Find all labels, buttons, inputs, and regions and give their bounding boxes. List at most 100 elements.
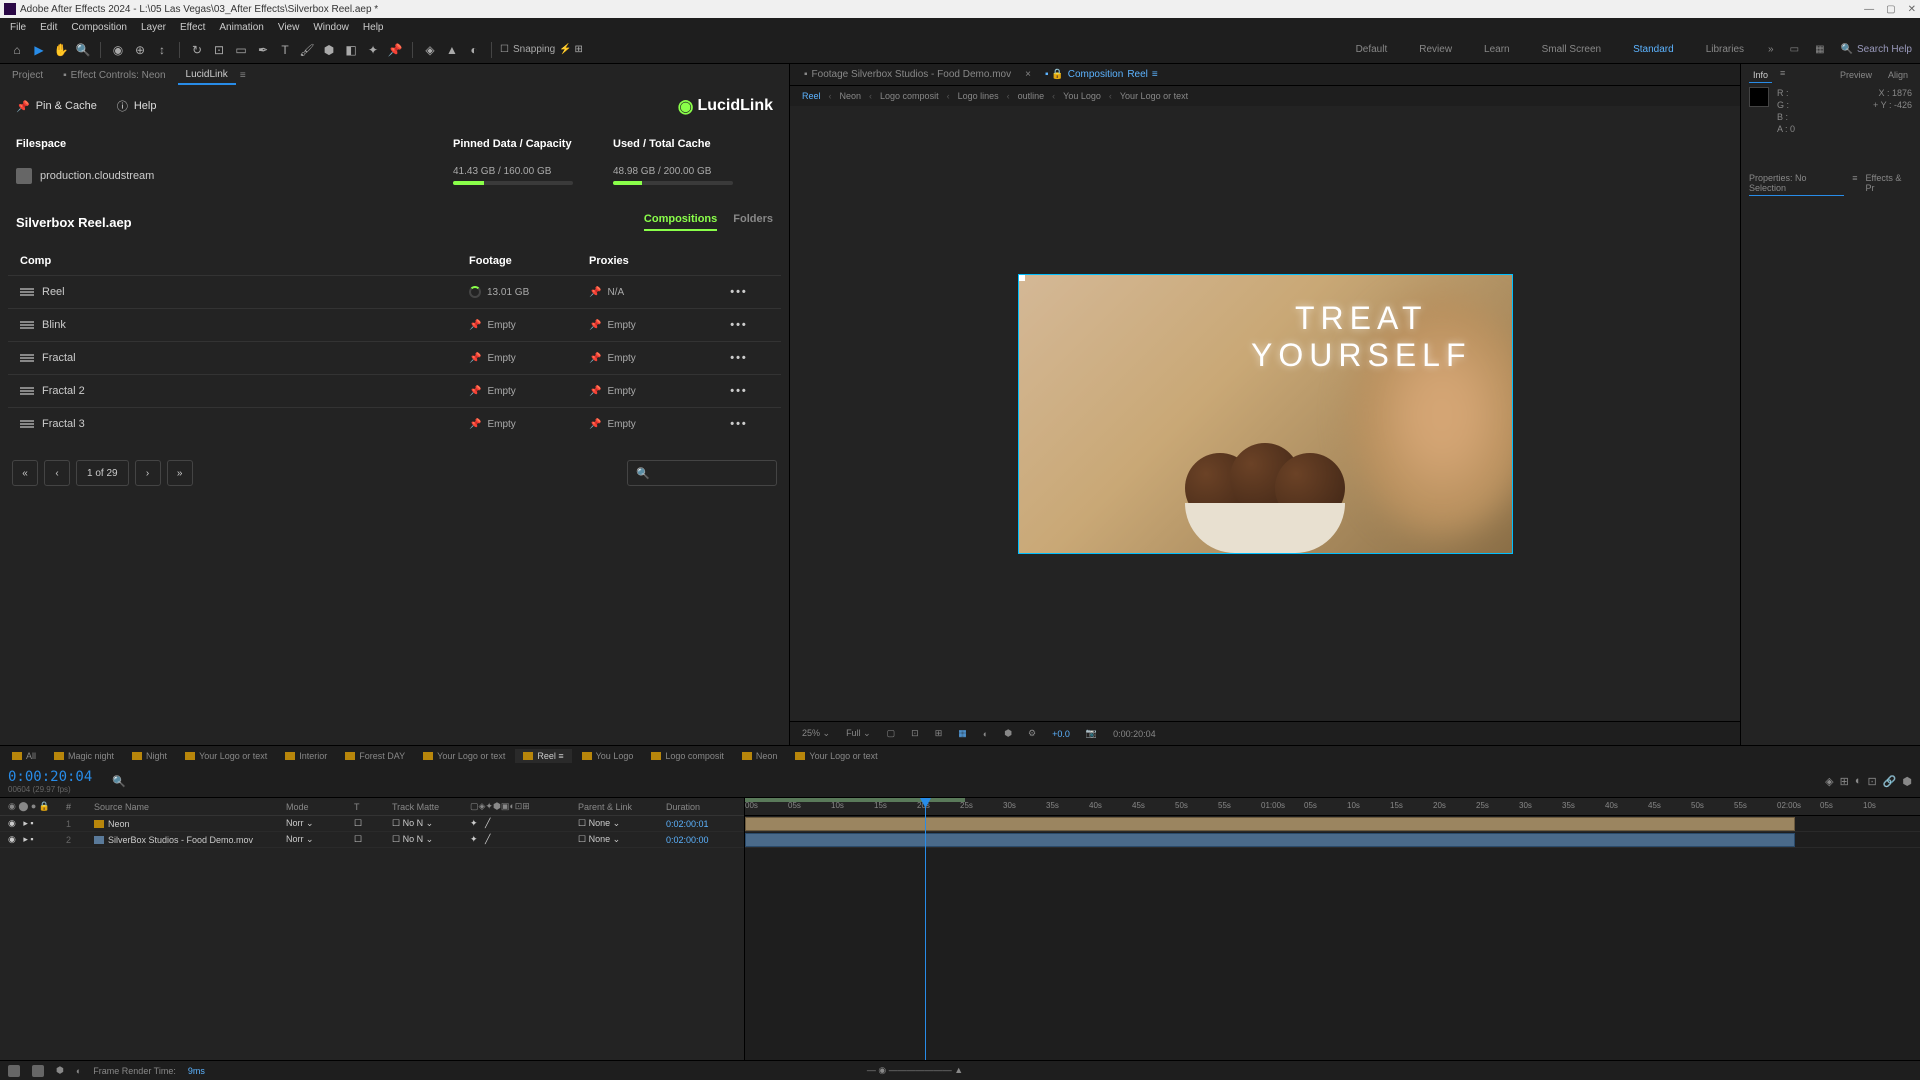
workspace-small[interactable]: Small Screen bbox=[1534, 42, 1609, 57]
timeline-tab[interactable]: Magic night bbox=[46, 749, 122, 763]
close-icon[interactable]: ✕ bbox=[1908, 4, 1916, 15]
roto-tool-icon[interactable]: ✦ bbox=[364, 41, 382, 59]
extra-tool-1-icon[interactable]: ◈ bbox=[421, 41, 439, 59]
timeline-tab[interactable]: Forest DAY bbox=[337, 749, 413, 763]
tab-preview[interactable]: Preview bbox=[1836, 68, 1876, 83]
bc-item[interactable]: Neon bbox=[840, 91, 862, 101]
tab-lucidlink[interactable]: LucidLink bbox=[178, 66, 236, 85]
eraser-tool-icon[interactable]: ◧ bbox=[342, 41, 360, 59]
menu-animation[interactable]: Animation bbox=[213, 20, 269, 35]
vc-icon-3[interactable]: ⊞ bbox=[931, 726, 947, 741]
timeline-tab[interactable]: Reel ≡ bbox=[515, 749, 571, 763]
vc-icon-6[interactable]: ⬢ bbox=[1000, 726, 1016, 741]
stamp-tool-icon[interactable]: ⬢ bbox=[320, 41, 338, 59]
pin-cache-button[interactable]: 📌Pin & Cache bbox=[16, 100, 97, 113]
window-controls[interactable]: — ▢ ✕ bbox=[1864, 4, 1916, 15]
workspace-learn[interactable]: Learn bbox=[1476, 42, 1518, 57]
bc-item[interactable]: Your Logo or text bbox=[1120, 91, 1188, 101]
workspace-icon-2[interactable]: ▦ bbox=[1815, 44, 1824, 55]
type-tool-icon[interactable]: T bbox=[276, 41, 294, 59]
comp-row[interactable]: Blink 📌Empty 📌Empty ••• bbox=[8, 308, 781, 341]
tab-compositions[interactable]: Compositions bbox=[644, 213, 717, 231]
timeline-tab[interactable]: Interior bbox=[277, 749, 335, 763]
timeline-tab[interactable]: You Logo bbox=[574, 749, 642, 763]
timeline-tab[interactable]: Your Logo or text bbox=[177, 749, 275, 763]
vc-icon-1[interactable]: ▢ bbox=[883, 726, 900, 741]
timeline-tab[interactable]: Night bbox=[124, 749, 175, 763]
menu-view[interactable]: View bbox=[272, 20, 306, 35]
tab-project[interactable]: Project bbox=[4, 67, 51, 84]
tl-icon[interactable]: ⊡ bbox=[1867, 775, 1876, 788]
row-actions-button[interactable]: ••• bbox=[709, 319, 769, 331]
orbit-tool-icon[interactable]: ◉ bbox=[109, 41, 127, 59]
vc-icon-7[interactable]: ⚙ bbox=[1024, 726, 1040, 741]
comp-row[interactable]: Fractal 2 📌Empty 📌Empty ••• bbox=[8, 374, 781, 407]
selection-tool-icon[interactable]: ▶ bbox=[30, 41, 48, 59]
row-actions-button[interactable]: ••• bbox=[709, 385, 769, 397]
timeline-tab[interactable]: Your Logo or text bbox=[415, 749, 513, 763]
page-last-button[interactable]: » bbox=[167, 460, 193, 486]
vc-icon-4[interactable]: ▦ bbox=[954, 726, 971, 741]
workspace-icon-1[interactable]: ▭ bbox=[1790, 44, 1799, 55]
rect-tool-icon[interactable]: ▭ bbox=[232, 41, 250, 59]
workspace-libraries[interactable]: Libraries bbox=[1698, 42, 1752, 57]
tl-icon[interactable]: ◈ bbox=[1825, 775, 1833, 788]
resolution-dropdown[interactable]: Full ⌄ bbox=[842, 726, 875, 741]
tab-properties[interactable]: Properties: No Selection bbox=[1749, 173, 1844, 196]
panel-menu-icon[interactable]: ≡ bbox=[240, 70, 246, 81]
zoom-dropdown[interactable]: 25% ⌄ bbox=[798, 726, 834, 741]
help-button[interactable]: ⓘHelp bbox=[117, 98, 157, 114]
row-actions-button[interactable]: ••• bbox=[709, 286, 769, 298]
page-prev-button[interactable]: ‹ bbox=[44, 460, 70, 486]
row-actions-button[interactable]: ••• bbox=[709, 352, 769, 364]
menu-help[interactable]: Help bbox=[357, 20, 390, 35]
status-icon[interactable] bbox=[8, 1065, 20, 1077]
puppet-tool-icon[interactable]: 📌 bbox=[386, 41, 404, 59]
viewer-tab-footage[interactable]: ▪ Footage Silverbox Studios - Food Demo.… bbox=[798, 67, 1017, 82]
viewer-canvas[interactable]: TREAT YOURSELF bbox=[790, 106, 1740, 721]
comp-row[interactable]: Fractal 📌Empty 📌Empty ••• bbox=[8, 341, 781, 374]
maximize-icon[interactable]: ▢ bbox=[1886, 4, 1895, 15]
hand-tool-icon[interactable]: ✋ bbox=[52, 41, 70, 59]
zoom-slider[interactable]: — ◉ ——————— ▲ bbox=[867, 1065, 963, 1076]
home-icon[interactable]: ⌂ bbox=[8, 41, 26, 59]
vc-icon-5[interactable]: ◐ bbox=[979, 727, 992, 741]
tab-effect-controls[interactable]: ▪ Effect Controls: Neon bbox=[55, 67, 173, 84]
filespace-name[interactable]: production.cloudstream bbox=[16, 168, 453, 184]
tab-effects[interactable]: Effects & Pr bbox=[1866, 173, 1912, 196]
tab-folders[interactable]: Folders bbox=[733, 213, 773, 231]
status-icon[interactable] bbox=[32, 1065, 44, 1077]
bc-item[interactable]: Logo composit bbox=[880, 91, 939, 101]
tl-icon[interactable]: ⬢ bbox=[1902, 775, 1912, 788]
menu-window[interactable]: Window bbox=[307, 20, 355, 35]
preview-frame[interactable]: TREAT YOURSELF bbox=[1018, 274, 1513, 554]
zoom-tool-icon[interactable]: 🔍 bbox=[74, 41, 92, 59]
timeline-layer[interactable]: ◉ ▸ ▪2 SilverBox Studios - Food Demo.mov… bbox=[0, 832, 744, 848]
pen-tool-icon[interactable]: ✒ bbox=[254, 41, 272, 59]
page-first-button[interactable]: « bbox=[12, 460, 38, 486]
timeline-timecode[interactable]: 0:00:20:04 bbox=[8, 769, 92, 785]
bc-item[interactable]: Reel bbox=[802, 91, 821, 101]
comp-row[interactable]: Reel 13.01 GB 📌N/A ••• bbox=[8, 275, 781, 308]
tl-icon[interactable]: ⊞ bbox=[1840, 775, 1849, 788]
workspace-review[interactable]: Review bbox=[1411, 42, 1460, 57]
timeline-tab[interactable]: Logo composit bbox=[643, 749, 732, 763]
bc-item[interactable]: You Logo bbox=[1063, 91, 1101, 101]
vc-icon-2[interactable]: ⊡ bbox=[907, 726, 923, 741]
search-help[interactable]: 🔍 Search Help bbox=[1841, 44, 1912, 55]
viewer-tab-composition[interactable]: ▪ 🔒 Composition Reel ≡ bbox=[1039, 67, 1164, 82]
menu-edit[interactable]: Edit bbox=[34, 20, 63, 35]
menu-file[interactable]: File bbox=[4, 20, 32, 35]
page-next-button[interactable]: › bbox=[135, 460, 161, 486]
search-comp-input[interactable]: 🔍 bbox=[627, 460, 777, 486]
timeline-tab[interactable]: Your Logo or text bbox=[787, 749, 885, 763]
playhead[interactable] bbox=[925, 798, 926, 1060]
snapping-toggle[interactable]: ☐ Snapping ⚡ ⊞ bbox=[500, 44, 583, 55]
extra-tool-2-icon[interactable]: ▲ bbox=[443, 41, 461, 59]
comp-row[interactable]: Fractal 3 📌Empty 📌Empty ••• bbox=[8, 407, 781, 440]
camera-icon[interactable]: 📷 bbox=[1082, 726, 1101, 741]
pan-tool-icon[interactable]: ⊕ bbox=[131, 41, 149, 59]
tl-icon[interactable]: 🔗 bbox=[1883, 775, 1897, 788]
dolly-tool-icon[interactable]: ↕ bbox=[153, 41, 171, 59]
anchor-tool-icon[interactable]: ⊡ bbox=[210, 41, 228, 59]
